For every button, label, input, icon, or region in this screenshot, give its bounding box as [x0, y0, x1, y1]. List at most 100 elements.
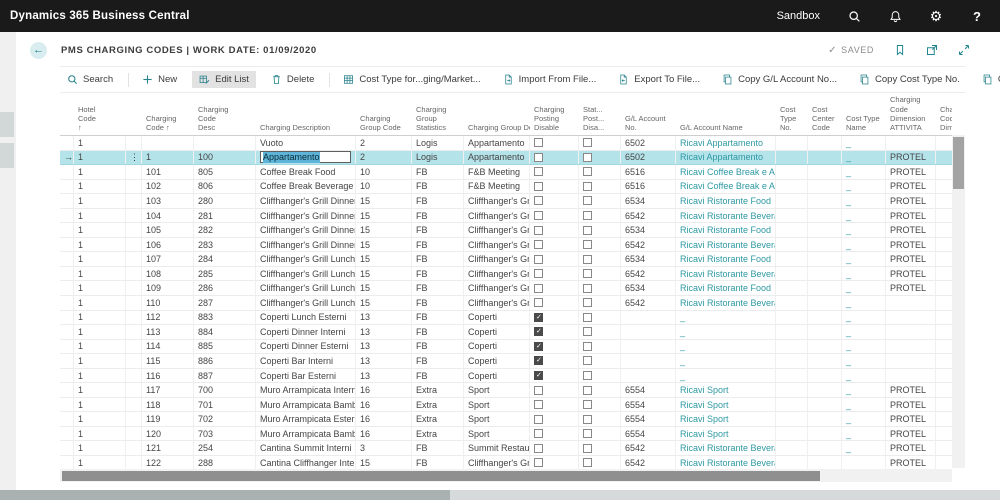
cell-charging-posting-disable[interactable]: [530, 397, 579, 412]
cell-charging-group-desc[interactable]: Sport: [464, 426, 530, 441]
cell-cost-center-code[interactable]: [808, 310, 842, 325]
row-menu-cell[interactable]: [126, 339, 142, 354]
cell-cost-type-no[interactable]: [776, 296, 808, 310]
cell-charging-description[interactable]: Coperti Lunch Esterni: [256, 310, 356, 325]
cell-charging-code[interactable]: 105: [142, 223, 194, 237]
cell-charging-posting-disable[interactable]: [530, 456, 579, 469]
bookmark-icon[interactable]: [894, 44, 906, 56]
checkbox-unchecked[interactable]: [583, 152, 592, 162]
cell-stat-posting-disable[interactable]: [579, 179, 621, 194]
horizontal-scrollbar-thumb[interactable]: [62, 470, 820, 481]
checkbox-checked[interactable]: [534, 356, 543, 366]
search-button[interactable]: Search: [60, 71, 120, 88]
cost-type-name-link[interactable]: _: [846, 196, 851, 206]
cell-cost-type-name[interactable]: _: [842, 441, 886, 456]
table-row[interactable]: 1 116887Coperti Bar Esterni13FBCoperti _ _: [60, 368, 952, 384]
cell-charging-code[interactable]: 115: [142, 354, 194, 368]
cell-charging-description[interactable]: Cantina Cliffhanger Interni: [256, 456, 356, 469]
cost-type-marketing-button[interactable]: Cost Type for...ging/Market...: [336, 71, 487, 88]
table-row[interactable]: 1 106283Cliffhanger's Grill Dinner B...15…: [60, 237, 952, 253]
cell-charging-group-desc[interactable]: Appartamento: [464, 150, 530, 165]
cell-hotel-code[interactable]: 1: [74, 412, 126, 426]
cell-cost-center-code[interactable]: [808, 252, 842, 266]
cell-gl-account-no[interactable]: 6542: [621, 456, 676, 469]
cell-cost-type-no[interactable]: [776, 136, 808, 150]
cell-next-column-clipped[interactable]: [936, 398, 952, 412]
cell-charging-posting-disable[interactable]: [530, 179, 579, 194]
cell-stat-posting-disable[interactable]: [579, 368, 621, 383]
cell-gl-account-name[interactable]: Ricavi Sport: [676, 383, 776, 397]
column-header-cost-type-name[interactable]: Cost Type Name: [842, 114, 886, 135]
gl-account-name-link[interactable]: Ricavi Ristorante Food: [680, 225, 771, 235]
cell-charging-group-desc[interactable]: Coperti: [464, 325, 530, 339]
row-menu-cell[interactable]: [126, 383, 142, 397]
cell-charging-description[interactable]: Cliffhanger's Grill Lunch B...: [256, 296, 356, 310]
column-header-gl-account-no[interactable]: G/L Account No.: [621, 114, 676, 135]
cell-next-column-clipped[interactable]: [936, 296, 952, 310]
row-menu-cell[interactable]: [126, 354, 142, 368]
cell-cost-type-name[interactable]: _: [842, 165, 886, 179]
cell-cost-type-name[interactable]: _: [842, 281, 886, 296]
cell-charging-group-desc[interactable]: F&B Meeting: [464, 165, 530, 179]
cell-charging-posting-disable[interactable]: [530, 237, 579, 252]
cell-cost-type-name[interactable]: _: [842, 208, 886, 223]
cell-charging-group-statistics[interactable]: Logis: [412, 150, 464, 165]
cell-gl-account-name[interactable]: Ricavi Coffee Break e Aperitivi: [676, 165, 776, 179]
cell-next-column-clipped[interactable]: [936, 281, 952, 295]
cell-gl-account-name[interactable]: Ricavi Appartamento: [676, 150, 776, 165]
cell-charging-code-dimension-attivita[interactable]: PROTEL: [886, 252, 936, 266]
cost-type-name-link[interactable]: _: [846, 167, 851, 177]
cost-type-name-link[interactable]: _: [846, 254, 851, 264]
cell-charging-group-code[interactable]: 13: [356, 325, 412, 339]
cell-hotel-code[interactable]: 1: [74, 397, 126, 412]
checkbox-unchecked[interactable]: [583, 298, 592, 308]
cell-charging-code-desc[interactable]: 287: [194, 296, 256, 310]
cell-cost-type-no[interactable]: [776, 252, 808, 266]
cell-stat-posting-disable[interactable]: [579, 296, 621, 310]
cell-charging-description[interactable]: Coperti Dinner Interni: [256, 325, 356, 339]
cell-charging-description[interactable]: Vuoto: [256, 136, 356, 150]
gl-account-name-link[interactable]: _: [680, 327, 685, 337]
cell-next-column-clipped[interactable]: [936, 354, 952, 368]
cell-cost-type-no[interactable]: [776, 266, 808, 281]
row-menu-cell[interactable]: [126, 136, 142, 150]
column-header-stat-posting-disable[interactable]: Stat... Post... Disa...: [579, 105, 621, 135]
row-menu-cell[interactable]: [126, 325, 142, 339]
column-header-cost-type-no[interactable]: Cost Type No.: [776, 105, 808, 135]
new-button[interactable]: New: [135, 71, 184, 88]
cell-charging-code-desc[interactable]: 805: [194, 165, 256, 179]
cell-cost-type-name[interactable]: _: [842, 223, 886, 237]
gl-account-name-link[interactable]: Ricavi Sport: [680, 400, 729, 410]
cell-charging-group-code[interactable]: 2: [356, 136, 412, 150]
row-menu-cell[interactable]: [126, 281, 142, 296]
row-menu-cell[interactable]: [126, 397, 142, 412]
cell-cost-type-name[interactable]: _: [842, 150, 886, 165]
table-row[interactable]: 1 122 288 Cantina Cliffhanger Interni 15 FB Cl…: [60, 456, 952, 469]
cell-gl-account-name[interactable]: Ricavi Ristorante Beverage: [676, 237, 776, 252]
cell-charging-code[interactable]: 112: [142, 310, 194, 325]
cell-charging-group-code[interactable]: 15: [356, 281, 412, 296]
cell-stat-posting-disable[interactable]: [579, 266, 621, 281]
cell-charging-posting-disable[interactable]: [530, 339, 579, 354]
cell-cost-type-no[interactable]: [776, 194, 808, 208]
cell-charging-group-statistics[interactable]: FB: [412, 179, 464, 194]
cell-charging-code-dimension-attivita[interactable]: PROTEL: [886, 426, 936, 441]
cell-charging-description[interactable]: Coperti Bar Esterni: [256, 368, 356, 383]
cell-gl-account-no[interactable]: [621, 368, 676, 383]
cell-charging-description[interactable]: Cliffhanger's Grill Lunch B...: [256, 266, 356, 281]
cell-hotel-code[interactable]: 1: [74, 237, 126, 252]
cell-charging-group-code[interactable]: 2: [356, 150, 412, 165]
settings-gear-icon[interactable]: ⚙: [929, 9, 943, 23]
cell-charging-group-desc[interactable]: Cliffhanger's Grill: [464, 208, 530, 223]
cell-gl-account-name[interactable]: Ricavi Ristorante Food: [676, 252, 776, 266]
row-menu-cell[interactable]: [126, 194, 142, 208]
cell-charging-group-statistics[interactable]: FB: [412, 310, 464, 325]
cell-next-column-clipped[interactable]: [936, 151, 952, 165]
cell-cost-type-name[interactable]: _: [842, 397, 886, 412]
copy-cost-center-button[interactable]: Copy Cost Center Code: [975, 71, 1000, 88]
cell-charging-code-desc[interactable]: 254: [194, 441, 256, 456]
cell-charging-group-code[interactable]: 16: [356, 383, 412, 397]
cell-hotel-code[interactable]: 1: [74, 223, 126, 237]
gl-account-name-link[interactable]: Ricavi Sport: [680, 385, 729, 395]
cell-charging-code-desc[interactable]: 285: [194, 266, 256, 281]
